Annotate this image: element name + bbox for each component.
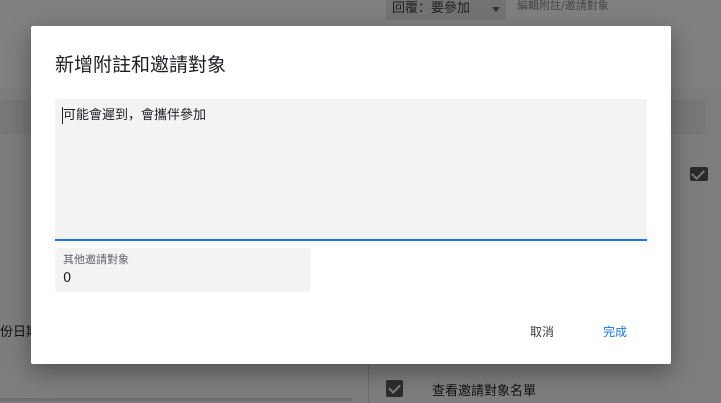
background-divider [368, 360, 369, 403]
edit-notes-link: 編輯附註/邀請對象 [517, 0, 609, 12]
rsvp-dropdown: 回覆：要參加 [386, 0, 506, 20]
additional-guests-field[interactable]: 其他邀請對象 0 [55, 248, 311, 292]
additional-guests-value: 0 [63, 271, 72, 286]
additional-guests-label: 其他邀請對象 [63, 253, 129, 266]
note-textarea[interactable]: 可能會遲到，會攜伴參加 [55, 99, 647, 241]
cancel-button[interactable]: 取消 [522, 320, 562, 344]
done-button[interactable]: 完成 [595, 320, 635, 344]
chevron-down-icon [492, 7, 500, 12]
rsvp-label: 回覆：要參加 [392, 1, 471, 16]
dialog-title: 新增附註和邀請對象 [55, 54, 227, 76]
background-line [0, 398, 352, 401]
see-guest-list-label: 查看邀請對象名單 [432, 384, 537, 399]
mail-icon [690, 167, 708, 181]
add-note-dialog: 新增附註和邀請對象 可能會遲到，會攜伴參加 其他邀請對象 0 取消 完成 [31, 26, 671, 364]
text-cursor [62, 107, 63, 124]
note-text: 可能會遲到，會攜伴參加 [63, 108, 207, 123]
checkbox-icon [386, 380, 403, 397]
